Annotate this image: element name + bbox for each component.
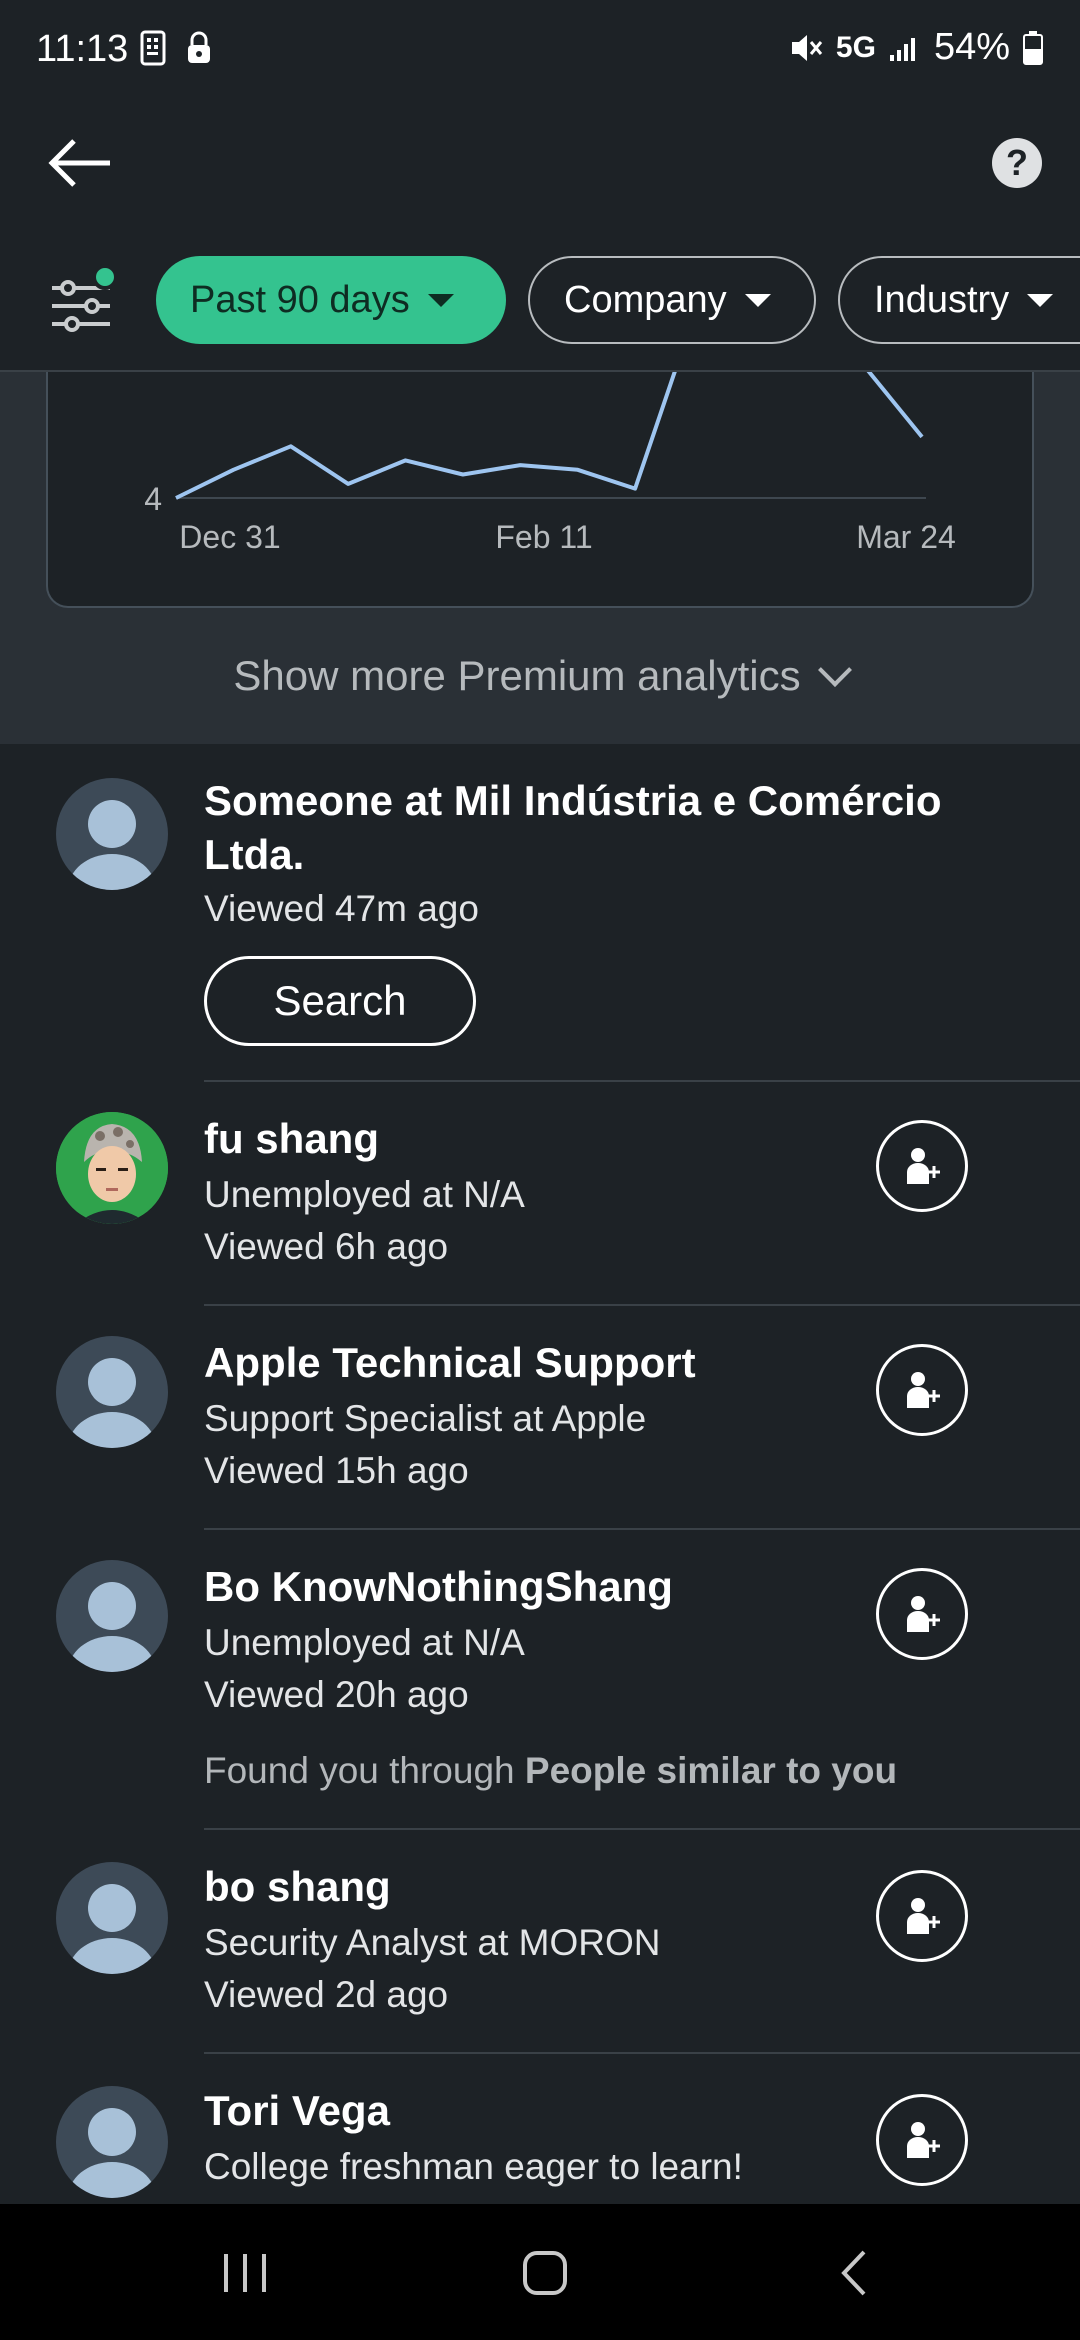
signal-icon — [889, 37, 915, 61]
back-arrow-icon — [48, 139, 110, 187]
views-series-line — [175, 372, 924, 500]
viewer-name[interactable]: bo shang — [204, 1860, 964, 1914]
connect-button[interactable] — [876, 1870, 968, 1962]
chevron-down-icon — [817, 653, 852, 687]
y-tick-label: 4 — [144, 481, 162, 517]
network-type: 5G — [835, 30, 876, 64]
connect-button[interactable] — [876, 1568, 968, 1660]
person-placeholder-icon — [68, 1358, 156, 1448]
dropdown-caret-icon — [1027, 293, 1054, 307]
list-item[interactable]: Bo KnowNothingShang Unemployed at N/A Vi… — [0, 1530, 1080, 1830]
person-placeholder-icon — [68, 1884, 156, 1974]
back-nav-button[interactable] — [810, 2238, 900, 2308]
avatar — [56, 1862, 168, 1974]
app-bar: ? — [0, 100, 1080, 230]
status-right: 5G 54% — [790, 26, 1044, 69]
person-placeholder-icon — [68, 800, 156, 890]
viewed-time: Viewed 2d ago — [204, 1974, 449, 2015]
viewer-name[interactable]: Bo KnowNothingShang — [204, 1560, 964, 1614]
date-range-filter[interactable]: Past 90 days — [156, 256, 506, 344]
viewer-headline: Support Specialist at Apple — [204, 1398, 647, 1439]
system-nav-bar — [0, 2204, 1080, 2340]
industry-filter-label: Industry — [874, 278, 1010, 321]
avatar — [56, 1336, 168, 1448]
help-button[interactable]: ? — [992, 138, 1042, 188]
viewer-name[interactable]: Someone at Mil Indústria e Comércio Ltda… — [204, 774, 964, 882]
show-more-label: Show more Premium analytics — [233, 652, 801, 699]
viewed-time: Viewed 20h ago — [204, 1674, 469, 1715]
viewed-time: Viewed 6h ago — [204, 1226, 449, 1267]
company-filter-label: Company — [564, 278, 727, 321]
viewer-headline: Security Analyst at MORON — [204, 1922, 661, 1963]
avatar — [56, 1560, 168, 1672]
battery-icon — [1023, 30, 1043, 65]
add-person-icon — [907, 1372, 940, 1408]
viewer-headline: Unemployed at N/A — [204, 1174, 525, 1215]
connect-button[interactable] — [876, 2094, 968, 2186]
status-left-icons — [140, 30, 212, 66]
industry-filter[interactable]: Industry — [838, 256, 1080, 344]
lock-icon — [188, 31, 210, 63]
status-time: 11:13 — [36, 28, 129, 70]
found-via-source: People similar to you — [524, 1750, 898, 1791]
help-icon: ? — [1006, 142, 1028, 183]
person-placeholder-icon — [68, 1582, 156, 1672]
found-via-prefix: Found you through — [204, 1750, 525, 1791]
add-person-icon — [907, 1596, 940, 1632]
connect-button[interactable] — [876, 1120, 968, 1212]
filter-bar: Past 90 days Company Industry — [0, 230, 1080, 372]
company-filter[interactable]: Company — [528, 256, 816, 344]
show-more-analytics-button[interactable]: Show more Premium analytics — [0, 652, 1080, 700]
x-tick-label: Dec 31 — [179, 519, 280, 555]
viewer-name[interactable]: Apple Technical Support — [204, 1336, 964, 1390]
list-item[interactable]: Someone at Mil Indústria e Comércio Ltda… — [0, 744, 1080, 1084]
dropdown-caret-icon — [744, 293, 771, 307]
search-button[interactable]: Search — [204, 956, 476, 1046]
recents-button[interactable] — [200, 2238, 290, 2308]
list-item[interactable]: bo shang Security Analyst at MORON Viewe… — [0, 1830, 1080, 2054]
date-range-label: Past 90 days — [190, 278, 410, 321]
avatar — [56, 1112, 168, 1224]
add-person-icon — [907, 1898, 940, 1934]
back-button[interactable] — [40, 128, 120, 198]
person-placeholder-icon — [68, 2108, 156, 2198]
viewed-time: Viewed 47m ago — [204, 888, 479, 929]
sim-icon — [140, 30, 166, 66]
filter-active-dot — [92, 264, 118, 290]
views-line-chart: 4 Dec 31 Feb 11 Mar 24 — [144, 372, 956, 555]
mute-icon — [791, 34, 823, 61]
list-item[interactable]: fu shang Unemployed at N/A Viewed 6h ago — [0, 1082, 1080, 1306]
dropdown-caret-icon — [427, 293, 454, 307]
viewed-time: Viewed 15h ago — [204, 1450, 469, 1491]
avatar — [56, 2086, 168, 2198]
back-chevron-icon — [841, 2250, 866, 2296]
add-person-icon — [907, 2122, 940, 2158]
x-tick-label: Feb 11 — [495, 519, 592, 555]
avatar — [56, 778, 168, 890]
profile-photo-icon — [56, 1112, 168, 1224]
list-item[interactable]: Tori Vega College freshman eager to lear… — [0, 2054, 1080, 2204]
list-item[interactable]: Apple Technical Support Support Speciali… — [0, 1306, 1080, 1530]
home-button[interactable] — [500, 2238, 590, 2308]
viewer-name[interactable]: Tori Vega — [204, 2084, 964, 2138]
add-person-icon — [907, 1148, 940, 1184]
analytics-section: 4 Dec 31 Feb 11 Mar 24 Show more Premium an… — [0, 372, 1080, 744]
x-tick-label: Mar 24 — [856, 519, 956, 555]
home-icon — [523, 2251, 567, 2295]
recents-icon — [224, 2254, 266, 2292]
viewer-name[interactable]: fu shang — [204, 1112, 964, 1166]
status-bar: 11:13 5G 54% — [0, 0, 1080, 100]
views-chart-card: 4 Dec 31 Feb 11 Mar 24 — [46, 372, 1034, 608]
viewer-headline: Unemployed at N/A — [204, 1622, 525, 1663]
found-via-note: Found you through People similar to you — [204, 1746, 897, 1796]
battery-percent: 54% — [933, 26, 1010, 68]
connect-button[interactable] — [876, 1344, 968, 1436]
viewer-headline: College freshman eager to learn! — [204, 2146, 743, 2187]
